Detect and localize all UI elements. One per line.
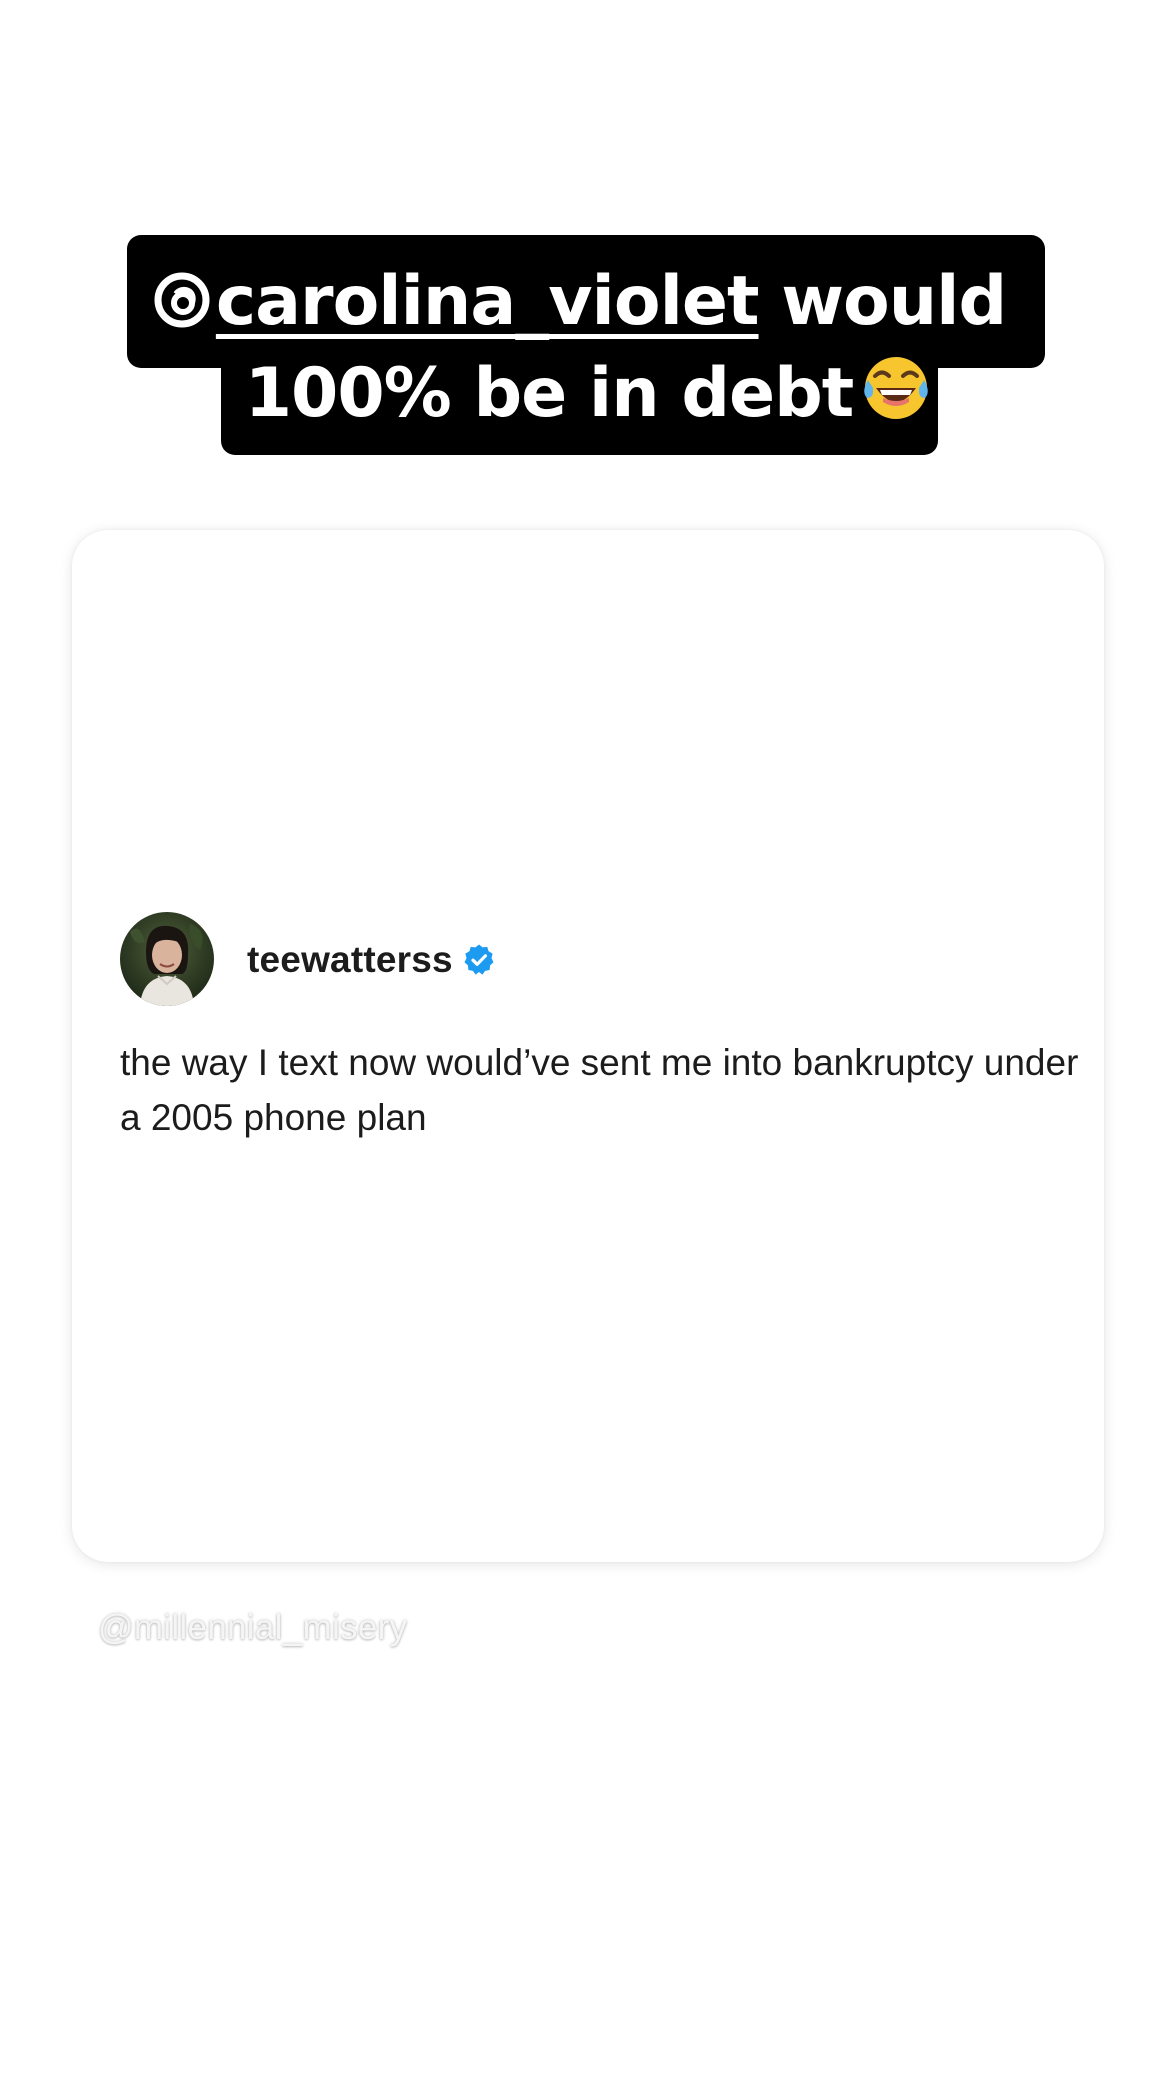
threads-icon	[154, 272, 210, 328]
caption-line2-text: 100% be in debt	[244, 354, 855, 433]
caption-mention-text: carolina_violet	[215, 262, 760, 341]
caption-sticker: carolina_violet would 100% be in debt	[0, 0, 1170, 480]
caption-mention[interactable]: carolina_violet	[152, 262, 760, 341]
avatar-photo	[120, 912, 214, 1006]
post-username[interactable]: teewatterss	[247, 939, 453, 981]
watermark: @millennial_misery	[98, 1608, 408, 1647]
post-header: teewatterss	[247, 935, 496, 985]
post-card[interactable]: teewatterss the way I text now would’ve …	[72, 530, 1104, 1562]
caption-line2: 100% be in debt	[4, 350, 1170, 433]
post-text: the way I text now would’ve sent me into…	[120, 1042, 1079, 1138]
verified-badge-icon	[464, 944, 494, 975]
avatar[interactable]	[120, 912, 214, 1006]
caption-line1-rest: would	[758, 262, 1007, 341]
caption-line1: carolina_violet would	[0, 262, 1164, 341]
face-with-tears-of-joy-emoji	[864, 357, 929, 419]
